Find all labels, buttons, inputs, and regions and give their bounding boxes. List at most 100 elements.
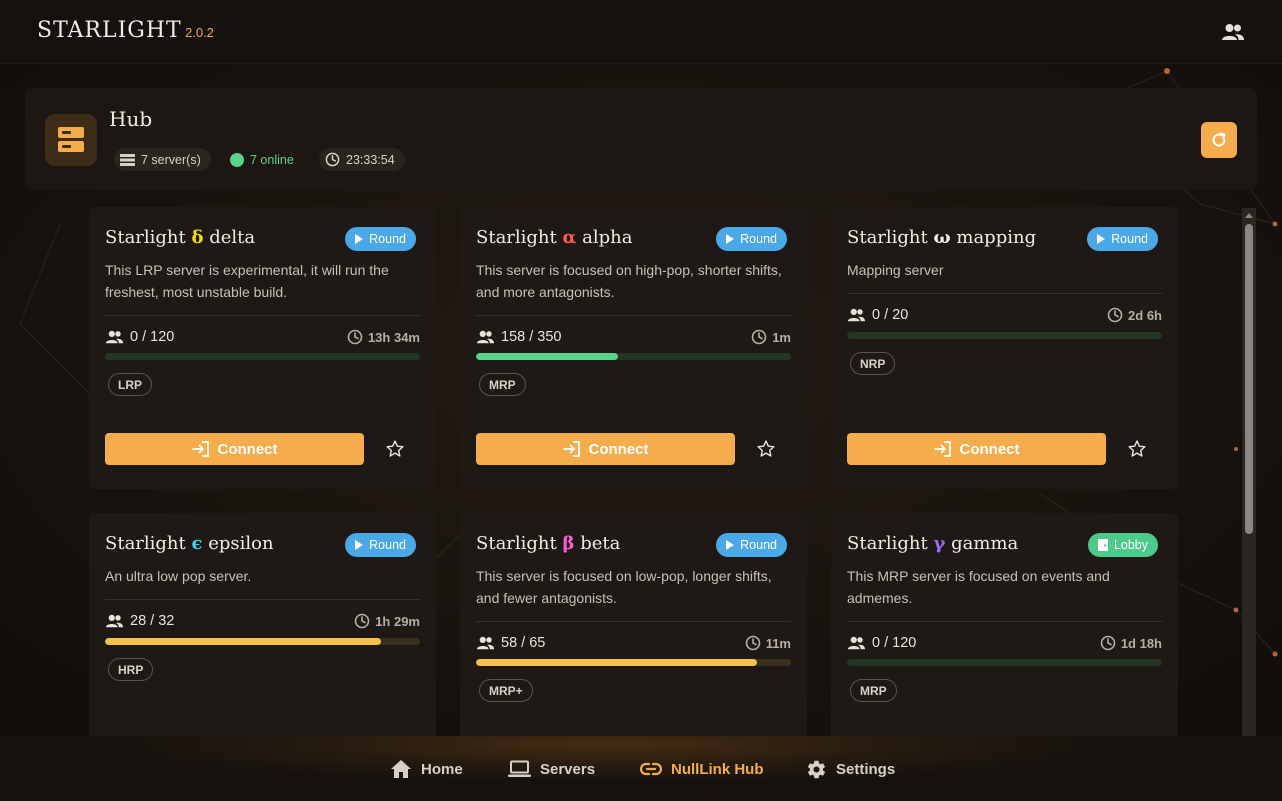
player-progress-fill [476, 353, 618, 360]
player-count: 58 / 65 [476, 635, 545, 651]
laptop-icon [508, 760, 531, 777]
player-progress-bar [105, 353, 420, 360]
player-count-text: 28 / 32 [130, 613, 175, 629]
favorite-button[interactable] [1125, 437, 1149, 461]
roleplay-tag: NRP [850, 352, 896, 375]
server-name: Starlight γ gamma [847, 533, 1018, 554]
clock-icon [354, 613, 370, 629]
server-name: Starlight ϵ epsilon [105, 533, 274, 554]
roleplay-tag: MRP [479, 373, 526, 396]
round-time-text: 1m [772, 329, 791, 345]
star-icon [386, 440, 404, 457]
connect-button[interactable]: Connect [105, 433, 364, 465]
connect-label: Connect [588, 440, 649, 458]
nav-glow [100, 736, 1120, 778]
player-progress-bar [476, 659, 791, 666]
users-icon [847, 308, 866, 322]
player-count-text: 0 / 120 [130, 329, 175, 345]
player-progress-fill [476, 659, 757, 666]
card-divider [847, 293, 1162, 294]
status-text: Round [369, 538, 406, 552]
status-badge: Round [716, 533, 787, 557]
star-icon [1128, 440, 1146, 457]
play-icon [1097, 234, 1106, 244]
link-icon [640, 762, 662, 776]
server-card: Starlight ω mapping Round Mapping server 0 … [831, 207, 1178, 489]
player-progress-bar [476, 353, 791, 360]
server-name-suffix: beta [580, 533, 621, 554]
clock-icon [751, 329, 767, 345]
nav-home[interactable]: Home [390, 758, 463, 780]
server-name-prefix: Starlight [847, 533, 928, 554]
status-text: Lobby [1113, 538, 1148, 552]
home-icon [391, 760, 411, 778]
server-description: Mapping server [847, 262, 944, 278]
server-glyph: ϵ [191, 533, 203, 554]
player-progress-bar [105, 638, 420, 645]
server-card: Starlight ϵ epsilon Round An ultra low pop… [89, 513, 436, 736]
nav-servers-label: Servers [540, 760, 596, 778]
login-icon [191, 441, 209, 457]
round-time-text: 1h 29m [375, 613, 420, 629]
play-icon [355, 234, 364, 244]
nav-hub-label: NullLink Hub [671, 760, 764, 778]
gear-icon [807, 760, 826, 778]
server-glyph: γ [933, 533, 946, 554]
nav-nulllink-hub[interactable]: NullLink Hub [640, 758, 764, 780]
player-count: 28 / 32 [105, 613, 174, 629]
connect-button[interactable]: Connect [847, 433, 1106, 465]
round-time-text: 1d 18h [1120, 635, 1162, 651]
status-text: Round [369, 232, 406, 246]
scroll-up-arrow-icon[interactable] [1244, 210, 1254, 220]
login-icon [933, 441, 951, 457]
server-description: This server is focused on high-pop, shor… [476, 262, 782, 300]
users-icon [105, 330, 124, 344]
server-grid: Starlight δ delta Round This LRP server is… [0, 0, 1282, 736]
play-icon [726, 540, 735, 550]
star-icon [757, 440, 775, 457]
server-card: Starlight α alpha Round This server is foc… [460, 207, 807, 489]
card-divider [847, 621, 1162, 622]
status-badge: Round [1087, 227, 1158, 251]
round-time: 1d 18h [1100, 635, 1162, 651]
card-divider [105, 315, 420, 316]
server-card: Starlight δ delta Round This LRP server is… [89, 207, 436, 489]
server-description: An ultra low pop server. [105, 568, 252, 584]
player-count: 0 / 20 [847, 307, 908, 323]
card-divider [476, 621, 791, 622]
server-name-prefix: Starlight [105, 533, 186, 554]
player-count: 158 / 350 [476, 329, 561, 345]
server-name-prefix: Starlight [476, 227, 557, 248]
clock-icon [745, 635, 760, 651]
player-progress-bar [847, 659, 1162, 666]
status-badge: Round [345, 533, 416, 557]
users-icon [847, 636, 866, 650]
favorite-button[interactable] [754, 437, 778, 461]
server-name: Starlight β beta [476, 533, 620, 554]
roleplay-tag: MRP+ [479, 679, 533, 702]
server-description: This server is focused on low-pop, longe… [476, 568, 772, 606]
favorite-button[interactable] [383, 437, 407, 461]
round-time: 1h 29m [354, 613, 420, 629]
server-name-prefix: Starlight [476, 533, 557, 554]
server-name-suffix: mapping [956, 227, 1037, 248]
nav-servers[interactable]: Servers [508, 758, 595, 780]
card-divider [476, 315, 791, 316]
roleplay-tag: LRP [108, 373, 152, 396]
server-glyph: ω [933, 227, 951, 248]
round-time: 11m [745, 635, 791, 651]
server-description: This LRP server is experimental, it will… [105, 262, 389, 300]
status-badge: Round [345, 227, 416, 251]
nav-settings[interactable]: Settings [806, 758, 895, 780]
login-icon [562, 441, 580, 457]
connect-label: Connect [959, 440, 1020, 458]
server-glyph: α [562, 227, 577, 248]
status-text: Round [740, 538, 777, 552]
bottom-navigation: Home Servers NullLink Hub Settings [0, 736, 1282, 801]
scrollbar-thumb[interactable] [1245, 224, 1253, 534]
status-badge: Lobby [1087, 533, 1158, 557]
roleplay-tag: HRP [108, 658, 154, 681]
door-icon [1097, 539, 1108, 551]
connect-button[interactable]: Connect [476, 433, 735, 465]
server-name: Starlight α alpha [476, 227, 632, 248]
